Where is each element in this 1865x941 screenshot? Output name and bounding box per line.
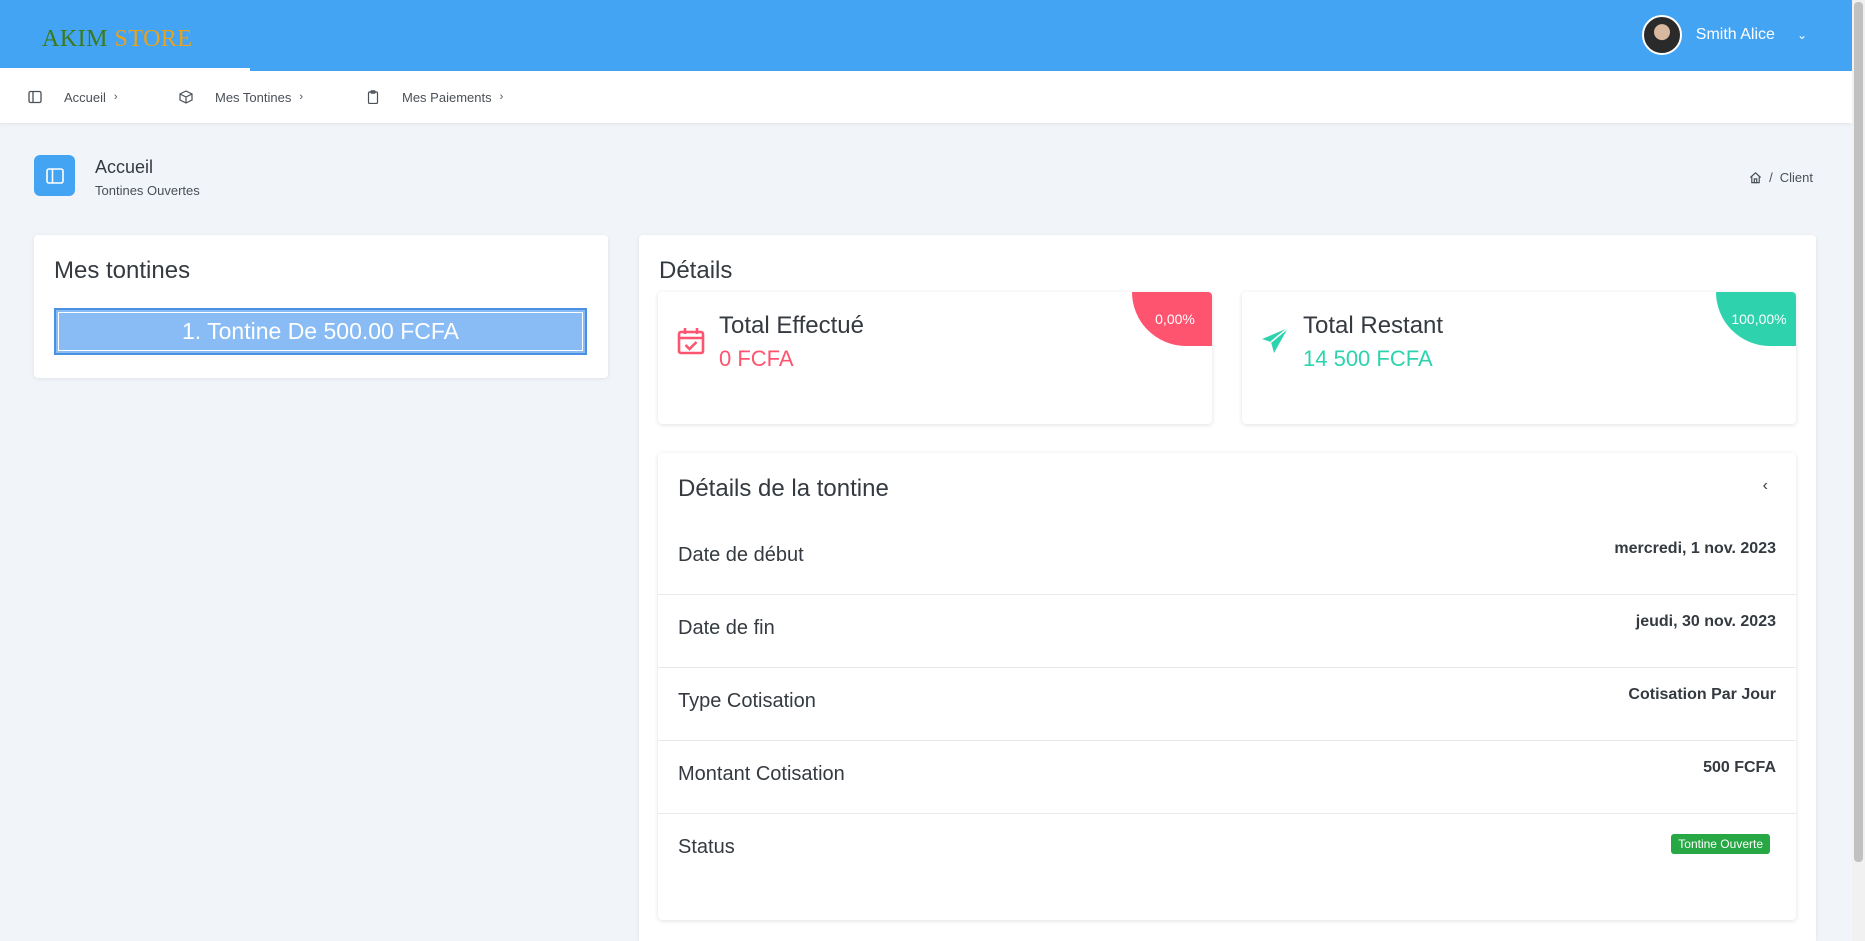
- detail-label: Status: [678, 836, 735, 858]
- status-badge: Tontine Ouverte: [1671, 834, 1770, 854]
- stat-percent-badge: 0,00%: [1132, 292, 1212, 346]
- brand-logo-part2: STORE: [114, 26, 193, 52]
- breadcrumb: / Client: [1749, 170, 1813, 185]
- brand-logo-part1: AKIM: [42, 26, 108, 52]
- nav-bar: Accueil › Mes Tontines › Mes Paiements ›: [0, 71, 1852, 123]
- page-icon: [34, 155, 75, 196]
- paper-plane-icon: [1262, 327, 1289, 353]
- detail-value: mercredi, 1 nov. 2023: [1614, 540, 1776, 557]
- stat-card-total-restant: Total Restant 14 500 FCFA 100,00%: [1242, 292, 1796, 424]
- chevron-right-icon: ›: [113, 91, 118, 103]
- nav-label-accueil: Accueil: [64, 89, 106, 105]
- chevron-right-icon: ›: [299, 91, 304, 103]
- nav-label-mes-paiements: Mes Paiements: [402, 89, 492, 105]
- page-subtitle: Tontines Ouvertes: [95, 183, 200, 198]
- detail-row-type-cotisation: Type Cotisation Cotisation Par Jour: [658, 668, 1796, 741]
- home-icon[interactable]: [1749, 171, 1762, 184]
- breadcrumb-current: Client: [1779, 170, 1813, 185]
- brand-logo[interactable]: AKIM STORE: [42, 26, 193, 53]
- detail-label: Date de début: [678, 544, 804, 566]
- detail-label: Date de fin: [678, 617, 775, 639]
- nav-item-mes-tontines[interactable]: Mes Tontines ›: [179, 71, 303, 123]
- detail-value: 500 FCFA: [1703, 759, 1776, 776]
- stat-percent-badge: 100,00%: [1716, 292, 1796, 346]
- page-title: Accueil: [95, 157, 154, 177]
- detail-row-date-fin: Date de fin jeudi, 30 nov. 2023: [658, 595, 1796, 668]
- tontine-details-title: Détails de la tontine: [678, 475, 889, 502]
- chevron-right-icon: ›: [499, 91, 504, 103]
- chevron-left-icon[interactable]: ‹: [1763, 477, 1768, 495]
- nav-item-mes-paiements[interactable]: Mes Paiements ›: [366, 71, 503, 123]
- page-scrollbar[interactable]: [1852, 0, 1865, 941]
- sidebar-layout-icon: [45, 167, 64, 184]
- box-icon: [179, 90, 193, 104]
- sidebar-layout-icon: [28, 90, 42, 104]
- calendar-check-icon: [677, 328, 705, 355]
- top-bar: AKIM STORE Smith Alice ⌄: [0, 0, 1852, 71]
- detail-row-status: Status Tontine Ouverte: [658, 814, 1796, 887]
- detail-label: Type Cotisation: [678, 690, 816, 712]
- details-card-title: Détails: [659, 257, 733, 284]
- tontines-card: Mes tontines 1. Tontine De 500.00 FCFA: [34, 235, 608, 378]
- tontine-details-card: Détails de la tontine ‹ Date de début me…: [658, 453, 1796, 920]
- breadcrumb-separator: /: [1769, 170, 1773, 185]
- stat-card-total-effectue: Total Effectué 0 FCFA 0,00%: [658, 292, 1212, 424]
- detail-row-montant-cotisation: Montant Cotisation 500 FCFA: [658, 741, 1796, 814]
- stat-title: Total Effectué: [719, 312, 864, 339]
- nav-label-mes-tontines: Mes Tontines: [215, 89, 292, 105]
- tontine-item-button[interactable]: 1. Tontine De 500.00 FCFA: [54, 308, 587, 355]
- clipboard-icon: [367, 90, 379, 104]
- user-menu[interactable]: Smith Alice ⌄: [1641, 15, 1807, 55]
- detail-label: Montant Cotisation: [678, 763, 845, 785]
- tontines-card-title: Mes tontines: [54, 257, 191, 284]
- stat-title: Total Restant: [1303, 312, 1444, 339]
- detail-row-date-debut: Date de début mercredi, 1 nov. 2023: [658, 522, 1796, 595]
- nav-item-accueil[interactable]: Accueil ›: [28, 71, 118, 123]
- detail-value: Cotisation Par Jour: [1628, 686, 1776, 703]
- user-name[interactable]: Smith Alice: [1696, 26, 1775, 44]
- chevron-down-icon[interactable]: ⌄: [1797, 28, 1807, 42]
- stat-value: 14 500 FCFA: [1303, 346, 1433, 371]
- stat-value: 0 FCFA: [719, 346, 794, 371]
- scrollbar-thumb[interactable]: [1854, 2, 1863, 862]
- avatar[interactable]: [1641, 15, 1682, 55]
- detail-value: jeudi, 30 nov. 2023: [1635, 613, 1776, 630]
